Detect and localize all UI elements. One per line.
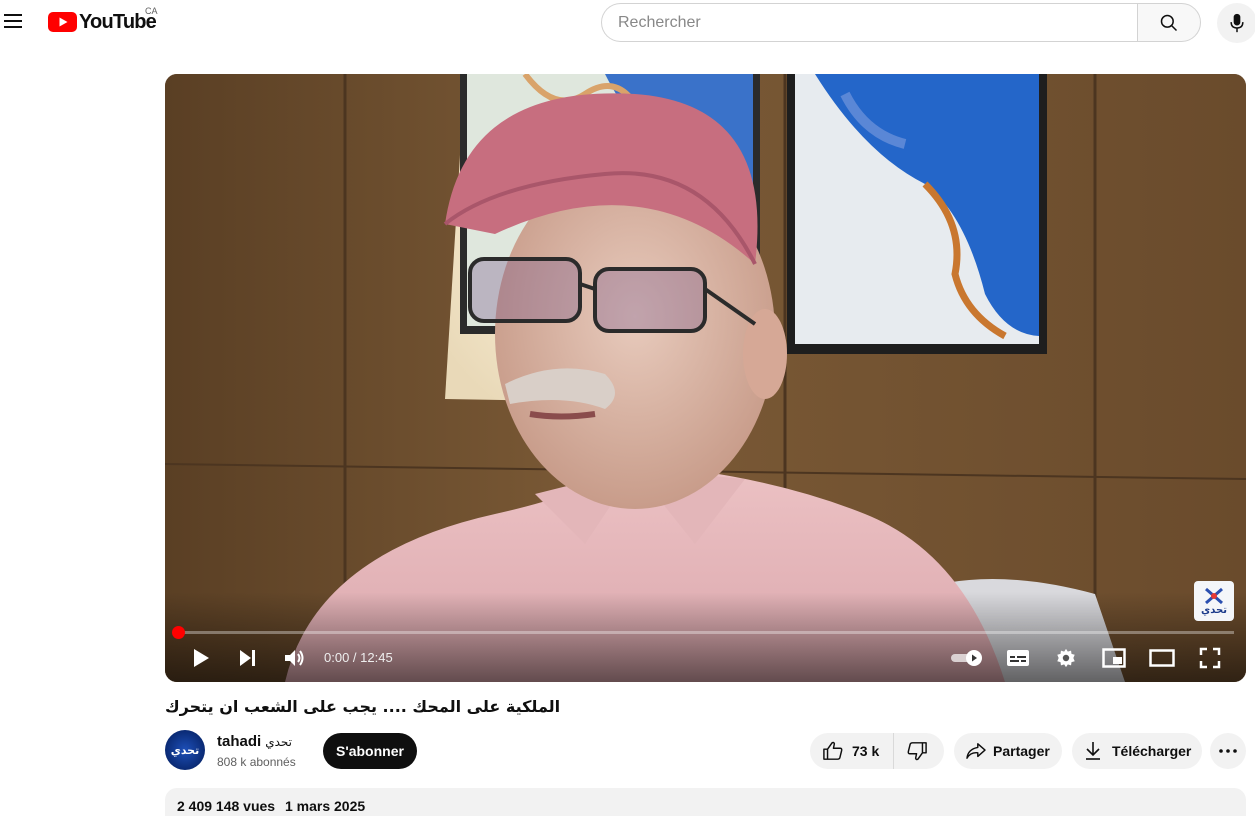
search-button[interactable] [1137, 3, 1201, 42]
youtube-logo[interactable]: YouTube [48, 11, 157, 33]
duration: 12:45 [360, 650, 393, 665]
subtitles-icon [1007, 650, 1029, 666]
play-button[interactable] [187, 644, 215, 672]
next-button[interactable] [233, 644, 261, 672]
theater-icon [1149, 649, 1175, 667]
share-arrow-icon [966, 743, 986, 759]
volume-icon [285, 650, 304, 666]
video-frame [165, 74, 1246, 682]
theater-mode-button[interactable] [1147, 644, 1177, 672]
thumbs-up-icon [823, 741, 843, 760]
next-icon [240, 650, 255, 666]
voice-search-button[interactable] [1217, 3, 1255, 43]
download-label: Télécharger [1112, 743, 1192, 759]
download-button[interactable]: Télécharger [1072, 733, 1202, 769]
video-player[interactable]: تحدي 0:00 / 12:45 [165, 74, 1246, 682]
dislike-button[interactable] [894, 733, 928, 769]
hamburger-menu-icon[interactable] [2, 10, 24, 32]
settings-gear-icon [1057, 648, 1075, 668]
channel-watermark[interactable]: تحدي [1194, 581, 1234, 621]
region-code: CA [145, 6, 158, 16]
play-icon [194, 649, 209, 667]
like-count: 73 k [852, 743, 880, 759]
time-separator: / [349, 650, 361, 665]
search-icon [1160, 14, 1178, 31]
autoplay-toggle-icon [951, 650, 982, 666]
search-input[interactable] [601, 3, 1138, 42]
subtitles-button[interactable] [1003, 644, 1033, 672]
mute-button[interactable] [279, 644, 309, 672]
fullscreen-button[interactable] [1195, 644, 1225, 672]
microphone-icon [1230, 13, 1244, 33]
controls-gradient [165, 592, 1246, 682]
more-horizontal-icon [1219, 749, 1237, 753]
current-time: 0:00 [324, 650, 350, 665]
download-icon [1086, 742, 1100, 760]
tools-logo-icon [1205, 587, 1223, 604]
masthead: YouTube CA [0, 0, 1255, 44]
time-display: 0:00 / 12:45 [324, 650, 393, 665]
avatar-text: تحدي [170, 743, 200, 757]
subscribe-button[interactable]: S'abonner [323, 733, 417, 769]
like-button[interactable]: 73 k [810, 733, 895, 769]
channel-name-link[interactable]: tahadi تحدي [217, 733, 292, 750]
more-actions-button[interactable] [1210, 733, 1246, 769]
channel-name-arabic: تحدي [265, 735, 292, 749]
share-label: Partager [993, 743, 1050, 759]
view-count: 2 409 148 vues [177, 798, 276, 814]
subscriber-count: 808 k abonnés [217, 755, 296, 769]
channel-name: tahadi [217, 733, 262, 750]
thumbs-down-icon [907, 742, 928, 761]
miniplayer-icon [1102, 648, 1126, 668]
watermark-text: تحدي [1201, 604, 1227, 616]
upload-date: 1 mars 2025 [284, 798, 366, 814]
progress-bar[interactable] [177, 631, 1234, 634]
miniplayer-button[interactable] [1099, 644, 1129, 672]
video-title: الملكية على المحك .... يجب على الشعب ان … [165, 697, 561, 716]
youtube-play-logo-icon [48, 12, 77, 32]
settings-button[interactable] [1051, 644, 1081, 672]
fullscreen-icon [1199, 647, 1221, 669]
scrubber-handle[interactable] [172, 626, 185, 639]
share-button[interactable]: Partager [954, 733, 1062, 769]
like-dislike-group: 73 k [810, 733, 944, 769]
description-box[interactable]: 2 409 148 vues 1 mars 2025 [165, 788, 1246, 816]
channel-avatar[interactable]: تحدي [165, 730, 205, 770]
autoplay-toggle[interactable] [949, 644, 985, 672]
